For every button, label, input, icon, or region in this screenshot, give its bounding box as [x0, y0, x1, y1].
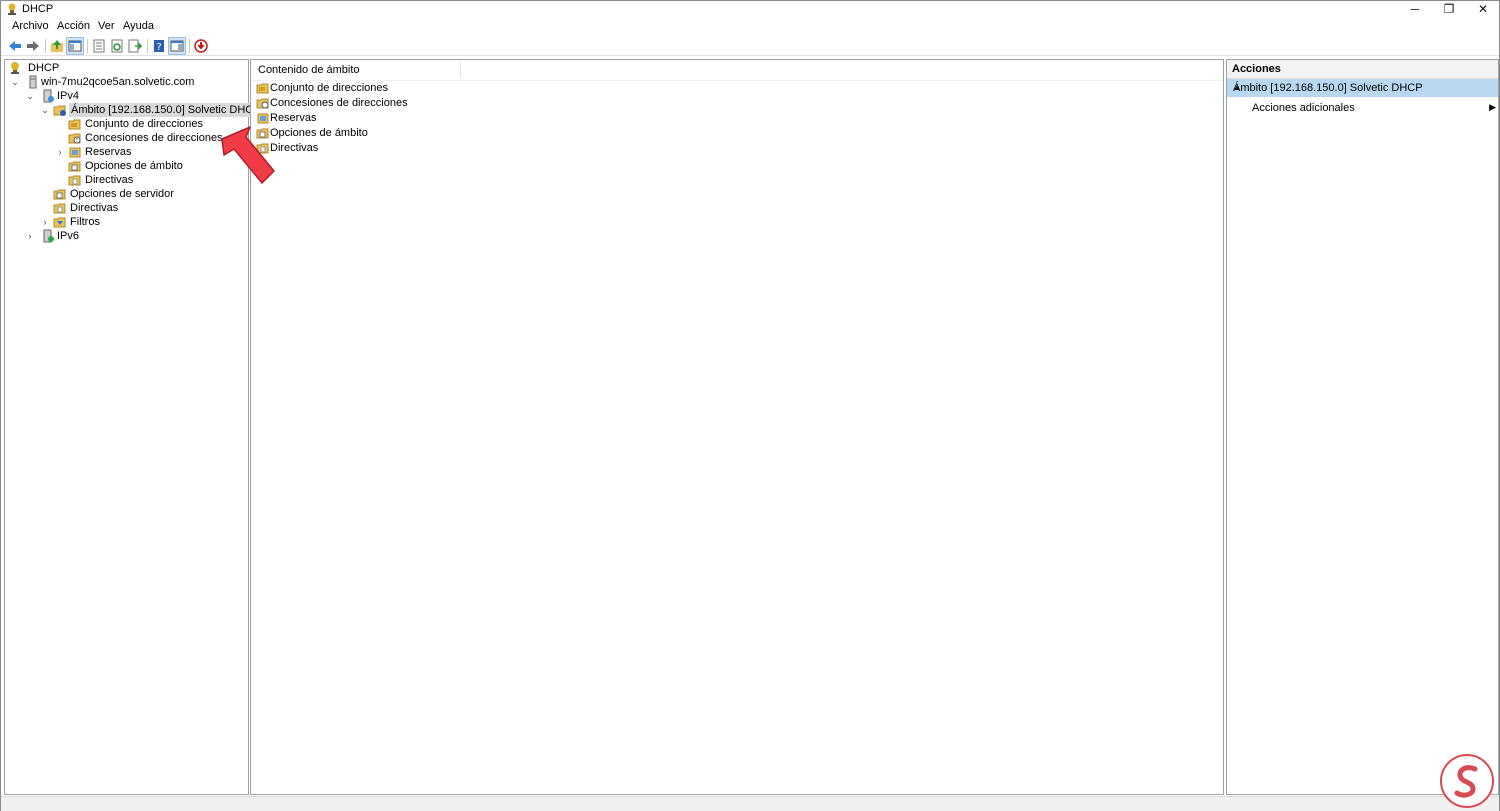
tree-node-ipv4[interactable]: ⌄ IPv4 [25, 89, 235, 103]
refresh-icon[interactable] [109, 38, 125, 54]
actions-section-header[interactable]: Ámbito [192.168.150.0] Solvetic DHCP ▲ [1227, 79, 1498, 97]
tree-label: Ámbito [192.168.150.0] Solvetic DHCP [69, 103, 263, 117]
address-leases-icon [256, 98, 269, 109]
chevron-right-icon[interactable]: › [55, 145, 65, 159]
chevron-right-icon[interactable]: › [25, 229, 35, 243]
tree-node-ipv6[interactable]: › IPv6 [25, 229, 125, 243]
actions-pane: Acciones Ámbito [192.168.150.0] Solvetic… [1226, 59, 1499, 795]
red-arrow-annotation [221, 126, 275, 184]
scope-folder-icon [53, 105, 66, 116]
tree-node-reservations[interactable]: › Reservas [55, 145, 175, 159]
tree-node-scope-options[interactable]: Opciones de ámbito [68, 159, 188, 173]
list-item[interactable]: Concesiones de direcciones [256, 96, 408, 110]
menu-accion[interactable]: Acción [57, 20, 90, 32]
show-action-pane-icon[interactable] [168, 37, 186, 55]
list-item-label: Concesiones de direcciones [270, 97, 408, 109]
ipv4-icon [43, 89, 54, 103]
address-pool-icon [68, 119, 81, 130]
tree-label: Opciones de servidor [70, 188, 174, 200]
column-header[interactable]: Contenido de ámbito [251, 60, 1223, 81]
chevron-right-icon[interactable]: › [40, 215, 50, 229]
address-pool-icon [256, 83, 269, 94]
tree-label: Reservas [85, 146, 132, 158]
svg-text:?: ? [156, 42, 161, 53]
tree-node-filters[interactable]: › Filtros [40, 215, 140, 229]
restore-button[interactable]: ❐ [1432, 1, 1466, 18]
tree-node-dhcp[interactable]: DHCP [8, 61, 238, 75]
show-console-tree-icon[interactable] [66, 37, 84, 55]
toolbar: ? [1, 37, 1499, 56]
tree-node-scope-policies[interactable]: Directivas [68, 173, 168, 187]
tree-label: Concesiones de direcciones [85, 132, 223, 144]
menu-archivo[interactable]: Archivo [12, 20, 49, 32]
menu-ver[interactable]: Ver [98, 20, 115, 32]
tree-node-policies[interactable]: Directivas [53, 201, 153, 215]
mmc-window: DHCP ─ ❐ ✕ Archivo Acción Ver Ayuda ? DH… [0, 0, 1500, 811]
tree-label: DHCP [28, 62, 60, 74]
tree-node-server-options[interactable]: Opciones de servidor [53, 187, 174, 201]
ipv6-icon [43, 229, 54, 243]
console-tree: DHCP ⌄ win-7mu2qcoe5an.solvetic.com ⌄ IP… [4, 59, 263, 795]
server-icon [29, 75, 37, 89]
tree-node-address-pool[interactable]: Conjunto de direcciones [68, 117, 218, 131]
tree-node-address-leases[interactable]: Concesiones de direcciones [68, 131, 238, 145]
policies-icon [53, 203, 66, 214]
tree-label: IPv6 [57, 230, 80, 242]
properties-icon[interactable] [91, 38, 107, 54]
chevron-down-icon[interactable]: ⌄ [40, 103, 50, 117]
export-list-icon[interactable] [127, 38, 143, 54]
list-item-label: Opciones de ámbito [270, 127, 368, 139]
tree-label: Opciones de ámbito [85, 160, 183, 172]
tree-label: Filtros [70, 216, 100, 228]
chevron-down-icon[interactable]: ⌄ [25, 89, 35, 103]
dhcp-icon [11, 62, 19, 74]
column-header-name: Contenido de ámbito [258, 64, 360, 76]
window-title: DHCP [22, 3, 54, 15]
filters-icon [53, 217, 66, 228]
menu-bar: Archivo Acción Ver Ayuda [1, 19, 1499, 35]
actions-title-label: Acciones [1232, 63, 1281, 75]
action-more-actions[interactable]: Acciones adicionales [1252, 102, 1355, 114]
solvetic-logo-icon [1440, 754, 1494, 808]
stop-service-icon[interactable] [193, 38, 209, 54]
column-divider[interactable] [460, 62, 461, 78]
submenu-arrow-icon[interactable]: ▶ [1489, 102, 1496, 113]
list-item-label: Conjunto de direcciones [270, 82, 389, 94]
actions-title: Acciones [1227, 60, 1498, 79]
dhcp-app-icon [8, 3, 16, 15]
minimize-button[interactable]: ─ [1398, 1, 1432, 18]
back-arrow-icon[interactable] [7, 38, 23, 54]
up-folder-icon[interactable] [49, 38, 65, 54]
help-icon[interactable]: ? [151, 38, 167, 54]
policies-icon [68, 175, 81, 186]
reservations-icon [69, 147, 81, 158]
list-item[interactable]: Conjunto de direcciones [256, 81, 389, 95]
forward-arrow-icon[interactable] [25, 38, 41, 54]
menu-ayuda[interactable]: Ayuda [123, 20, 154, 32]
tree-label: Conjunto de direcciones [85, 118, 204, 130]
results-pane: Contenido de ámbito Conjunto de direccio… [250, 59, 1224, 795]
tree-label: Directivas [85, 174, 134, 186]
tree-label: IPv4 [57, 90, 80, 102]
title-bar: DHCP ─ ❐ ✕ [1, 1, 1499, 18]
scope-options-icon [68, 161, 81, 172]
close-button[interactable]: ✕ [1466, 1, 1500, 18]
status-bar [1, 796, 1499, 811]
chevron-down-icon[interactable]: ⌄ [10, 75, 20, 89]
tree-node-scope[interactable]: ⌄ Ámbito [192.168.150.0] Solvetic DHCP [40, 103, 263, 117]
server-options-icon [53, 189, 66, 200]
tree-label: Directivas [70, 202, 119, 214]
tree-label: win-7mu2qcoe5an.solvetic.com [41, 76, 195, 88]
collapse-caret-icon[interactable]: ▲ [1233, 83, 1496, 92]
address-leases-icon [68, 133, 81, 144]
tree-node-server[interactable]: ⌄ win-7mu2qcoe5an.solvetic.com [10, 75, 245, 89]
